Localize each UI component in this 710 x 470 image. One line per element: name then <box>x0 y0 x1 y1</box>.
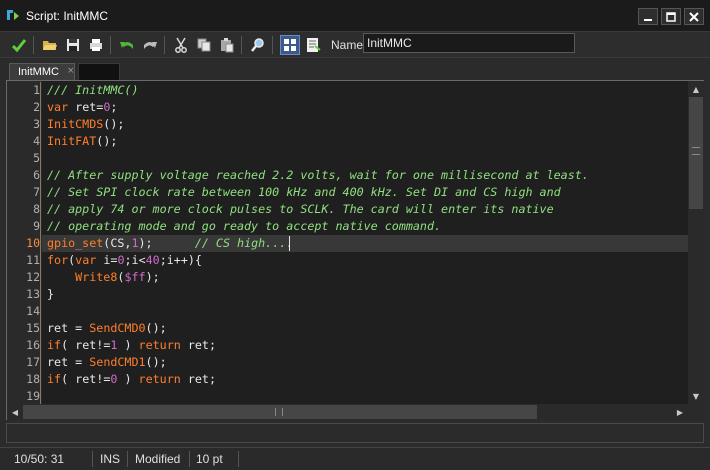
properties-button[interactable] <box>303 35 323 55</box>
line-number: 16 <box>26 338 40 352</box>
scroll-corner <box>688 404 704 420</box>
check-syntax-button[interactable] <box>9 35 29 55</box>
line-number: 10 <box>26 236 40 250</box>
line-number: 17 <box>26 355 40 369</box>
script-app-icon <box>5 7 21 23</box>
close-button[interactable] <box>684 8 704 25</box>
magnifier-icon <box>251 38 264 52</box>
line-number: 14 <box>26 304 40 318</box>
modified-state: Modified <box>135 452 181 466</box>
line-number: 12 <box>26 270 40 284</box>
code-line[interactable]: InitFAT(); <box>42 133 688 150</box>
line-number: 8 <box>33 202 40 216</box>
code-line[interactable]: ret = SendCMD0(); <box>42 320 688 337</box>
line-number: 7 <box>33 185 40 199</box>
code-line[interactable]: } <box>42 286 688 303</box>
status-bar: 10/50: 31 INS Modified 10 pt <box>0 447 710 470</box>
code-line[interactable] <box>42 388 688 404</box>
line-number: 2 <box>33 100 40 114</box>
document-icon <box>307 38 321 52</box>
paste-button[interactable] <box>217 35 237 55</box>
line-number: 1 <box>33 83 40 97</box>
name-label: Name: <box>331 38 367 52</box>
code-line[interactable] <box>42 150 688 167</box>
scroll-down-arrow-icon[interactable]: ▼ <box>688 388 704 404</box>
copy-icon <box>197 38 211 52</box>
line-number: 5 <box>33 151 40 165</box>
script-name-input[interactable] <box>363 33 575 53</box>
grid-icon <box>284 39 296 51</box>
undo-button[interactable] <box>117 35 137 55</box>
tab-empty-slot <box>78 63 120 80</box>
code-line[interactable]: ret = SendCMD1(); <box>42 354 688 371</box>
scroll-left-arrow-icon[interactable]: ◀ <box>7 404 23 420</box>
code-line[interactable]: // operating mode and go ready to accept… <box>42 218 688 235</box>
line-number: 18 <box>26 372 40 386</box>
copy-button[interactable] <box>194 35 214 55</box>
code-line[interactable]: // Set SPI clock rate between 100 kHz an… <box>42 184 688 201</box>
code-line[interactable]: InitCMDS(); <box>42 116 688 133</box>
undo-icon <box>120 42 133 49</box>
code-line[interactable]: if( ret!=0 ) return ret; <box>42 371 688 388</box>
save-button[interactable] <box>63 35 83 55</box>
save-icon <box>67 39 79 51</box>
line-number: 6 <box>33 168 40 182</box>
printer-icon <box>90 39 102 51</box>
minimize-button[interactable] <box>638 8 658 25</box>
text-cursor <box>289 236 290 251</box>
paste-icon <box>221 38 234 53</box>
code-line[interactable]: if( ret!=1 ) return ret; <box>42 337 688 354</box>
minimize-icon <box>644 18 652 21</box>
cut-button[interactable] <box>171 35 191 55</box>
code-line[interactable]: for(var i=0;i<40;i++){ <box>42 252 688 269</box>
scissors-icon <box>175 37 187 53</box>
tab-initmmc[interactable]: InitMMC × <box>9 63 75 80</box>
line-number: 3 <box>33 117 40 131</box>
code-line[interactable] <box>42 303 688 320</box>
line-number: 11 <box>26 253 40 267</box>
code-area[interactable]: /// InitMMC() var ret=0; InitCMDS(); InitFA… <box>42 81 688 404</box>
redo-button[interactable] <box>140 35 160 55</box>
line-number: 4 <box>33 134 40 148</box>
find-button[interactable] <box>248 35 268 55</box>
line-number: 9 <box>33 219 40 233</box>
checkmark-icon <box>11 39 27 53</box>
cursor-position: 10/50: 31 <box>14 452 65 466</box>
current-code-line[interactable]: gpio_set(CS,1); // CS high.... <box>42 235 688 252</box>
open-button[interactable] <box>40 35 60 55</box>
window-title: Script: InitMMC <box>26 9 109 23</box>
insert-mode: INS <box>100 452 121 466</box>
line-number: 15 <box>26 321 40 335</box>
toggle-view-button[interactable] <box>280 35 300 55</box>
print-button[interactable] <box>86 35 106 55</box>
scroll-up-arrow-icon[interactable]: ▲ <box>688 81 704 97</box>
folder-open-icon <box>43 41 57 50</box>
line-number-gutter: 1 2 3 4 5 6 7 8 9 10 11 12 13 14 15 16 17 18 19 <box>7 81 42 405</box>
line-number: 19 <box>26 389 40 403</box>
redo-icon <box>144 42 157 49</box>
scroll-right-arrow-icon[interactable]: ▶ <box>672 404 688 420</box>
title-bar: Script: InitMMC <box>0 0 710 32</box>
font-size: 10 pt <box>196 452 223 466</box>
line-number: 13 <box>26 287 40 301</box>
output-panel <box>6 423 704 443</box>
code-line[interactable]: Write8($ff); <box>42 269 688 286</box>
code-line[interactable]: // apply 74 or more clock pulses to SCLK… <box>42 201 688 218</box>
close-icon <box>689 11 699 22</box>
horizontal-scrollbar[interactable]: ◀ ▶ <box>7 404 688 420</box>
tab-label: InitMMC <box>18 66 59 78</box>
tab-strip: InitMMC × <box>6 62 704 80</box>
tab-close-icon[interactable]: × <box>67 66 75 76</box>
grip-icon <box>275 408 283 416</box>
grip-icon <box>692 147 700 155</box>
vertical-scrollbar[interactable]: ▲ ▼ <box>688 81 704 404</box>
code-line[interactable]: var ret=0; <box>42 99 688 116</box>
maximize-button[interactable] <box>661 8 681 25</box>
maximize-icon <box>666 11 676 22</box>
code-line[interactable]: /// InitMMC() <box>42 82 688 99</box>
code-line[interactable]: // After supply voltage reached 2.2 volt… <box>42 167 688 184</box>
code-editor: 1 2 3 4 5 6 7 8 9 10 11 12 13 14 15 16 17 18 19 /// InitMM… <box>6 80 704 420</box>
